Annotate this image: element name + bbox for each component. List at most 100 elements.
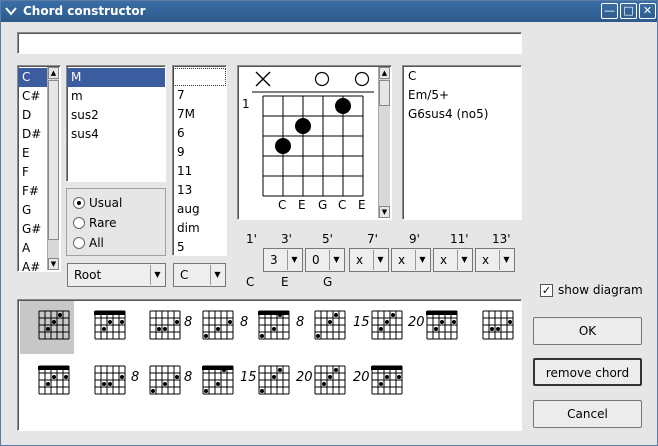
show-diagram-checkbox[interactable]: ✓ [540, 284, 553, 297]
scroll-thumb[interactable] [48, 80, 59, 240]
mini-chord-diagram [314, 365, 346, 395]
chord-variant[interactable]: 20 [353, 356, 407, 409]
interval-header: 7' [367, 232, 378, 246]
chord-variant[interactable] [76, 301, 130, 354]
chord-variant[interactable] [131, 301, 185, 354]
extension-item[interactable]: 5 [173, 238, 226, 257]
mini-chord-diagram [149, 365, 181, 395]
extension-item[interactable] [173, 68, 226, 86]
tonic-item[interactable]: G [18, 201, 47, 220]
maximize-button[interactable]: □ [620, 3, 637, 19]
interval-header: 13' [492, 232, 511, 246]
chord-type-item[interactable]: sus2 [67, 106, 165, 125]
scroll-up-icon[interactable]: ▲ [48, 67, 59, 79]
chord-type-item[interactable]: M [67, 68, 165, 87]
mini-chord-diagram [258, 365, 290, 395]
chord-variant[interactable]: 8 [240, 301, 294, 354]
finger-dot [335, 98, 351, 114]
radio-rare[interactable]: Rare [73, 215, 116, 231]
chord-variant[interactable]: 8 [184, 356, 238, 409]
radio-all[interactable]: All [73, 235, 104, 251]
fretboard-diagram[interactable]: 1 C E G C E ▲ ▼ [237, 65, 392, 220]
menu-chevron-icon[interactable] [4, 3, 18, 19]
tonic-item[interactable]: D [18, 106, 47, 125]
chevron-down-icon: ▼ [499, 250, 513, 270]
tonic-item[interactable]: F [18, 163, 47, 182]
tonic-item[interactable]: A [18, 239, 47, 258]
chord-variant[interactable]: 15 [353, 301, 407, 354]
chord-variant[interactable]: 8 [131, 356, 185, 409]
chord-variant[interactable] [20, 356, 74, 409]
extension-item[interactable]: 9 [173, 143, 226, 162]
chord-name-item[interactable]: Em/5+ [404, 86, 521, 105]
extension-item[interactable]: 7 [173, 86, 226, 105]
extension-item[interactable]: aug [173, 200, 226, 219]
bass-note-combo[interactable]: C ▼ [173, 263, 226, 287]
extension-item[interactable]: 6 [173, 124, 226, 143]
scroll-down-icon[interactable]: ▼ [48, 258, 59, 270]
interval-combo[interactable]: x ▼ [349, 248, 389, 272]
extension-list[interactable]: 7 7M 6 9 11 13 aug dim 5 [172, 65, 227, 256]
chord-name-list[interactable]: C Em/5+ G6sus4 (no5) [402, 65, 522, 220]
chord-name-input[interactable] [17, 32, 522, 54]
chord-type-item[interactable]: m [67, 87, 165, 106]
chord-variant[interactable]: 20 [296, 356, 350, 409]
scroll-down-icon[interactable]: ▼ [379, 206, 390, 218]
chord-variant[interactable]: 20 [408, 301, 462, 354]
tonic-item[interactable]: E [18, 144, 47, 163]
scroll-up-icon[interactable]: ▲ [379, 67, 390, 79]
interval-combo[interactable]: 0 ▼ [305, 248, 345, 272]
tonic-item[interactable]: G# [18, 220, 47, 239]
close-button[interactable]: ✕ [639, 3, 656, 19]
fretboard-scrollbar[interactable]: ▲ ▼ [378, 67, 390, 218]
inversion-combo[interactable]: Root ▼ [67, 263, 166, 287]
chord-variant[interactable] [76, 356, 130, 409]
extension-item[interactable]: 11 [173, 162, 226, 181]
chord-type-list[interactable]: Mm sus2 sus4 [66, 65, 166, 182]
chord-variant[interactable]: 8 [296, 301, 350, 354]
remove-chord-button[interactable]: remove chord [533, 358, 642, 386]
string-note: E [298, 198, 306, 212]
cancel-button[interactable]: Cancel [533, 400, 642, 428]
mini-chord-diagram [426, 310, 458, 340]
window-title: Chord constructor [23, 4, 146, 18]
chord-variant[interactable] [20, 301, 74, 354]
tonic-item[interactable]: F# [18, 182, 47, 201]
interval-value: x [398, 253, 406, 267]
interval-note: E [281, 275, 289, 289]
tonic-list[interactable]: C C# D D# E F F# G G# A A# ▲ ▼ [17, 65, 61, 272]
tonic-item[interactable]: C [18, 68, 47, 87]
chord-variants-panel[interactable]: 8 8 8 15 20 8 8 15 20 20 [17, 299, 522, 431]
chord-name-item[interactable]: C [404, 67, 521, 86]
ok-button[interactable]: OK [533, 317, 642, 345]
chevron-down-icon: ▼ [287, 250, 301, 270]
chord-name-item[interactable]: G6sus4 (no5) [404, 105, 521, 124]
string-note: E [358, 198, 366, 212]
chord-variant[interactable]: 15 [240, 356, 294, 409]
tonic-scrollbar[interactable]: ▲ ▼ [47, 67, 59, 270]
show-diagram-label: show diagram [558, 283, 643, 297]
chord-type-item[interactable]: sus4 [67, 125, 165, 144]
tonic-item[interactable]: D# [18, 125, 47, 144]
interval-combo[interactable]: 3 ▼ [263, 248, 303, 272]
extension-item[interactable]: 7M [173, 105, 226, 124]
chevron-down-icon: ▼ [373, 250, 387, 270]
mini-chord-diagram [149, 310, 181, 340]
chevron-down-icon: ▼ [150, 265, 164, 285]
chord-variant[interactable]: 8 [184, 301, 238, 354]
scroll-thumb[interactable] [379, 80, 390, 106]
finger-dot [295, 118, 311, 134]
radio-usual[interactable]: Usual [73, 195, 122, 211]
minimize-button[interactable]: — [601, 3, 618, 19]
interval-combo[interactable]: x ▼ [391, 248, 431, 272]
extension-item[interactable]: 13 [173, 181, 226, 200]
tonic-item[interactable]: A# [18, 258, 47, 271]
mute-marker-icon [255, 71, 271, 87]
extension-item[interactable]: dim [173, 219, 226, 238]
interval-combo[interactable]: x ▼ [475, 248, 515, 272]
maximize-icon: □ [623, 4, 634, 17]
tonic-item[interactable]: C# [18, 87, 47, 106]
chord-variant[interactable] [464, 301, 518, 354]
interval-combo[interactable]: x ▼ [433, 248, 473, 272]
mini-chord-diagram [202, 365, 234, 395]
